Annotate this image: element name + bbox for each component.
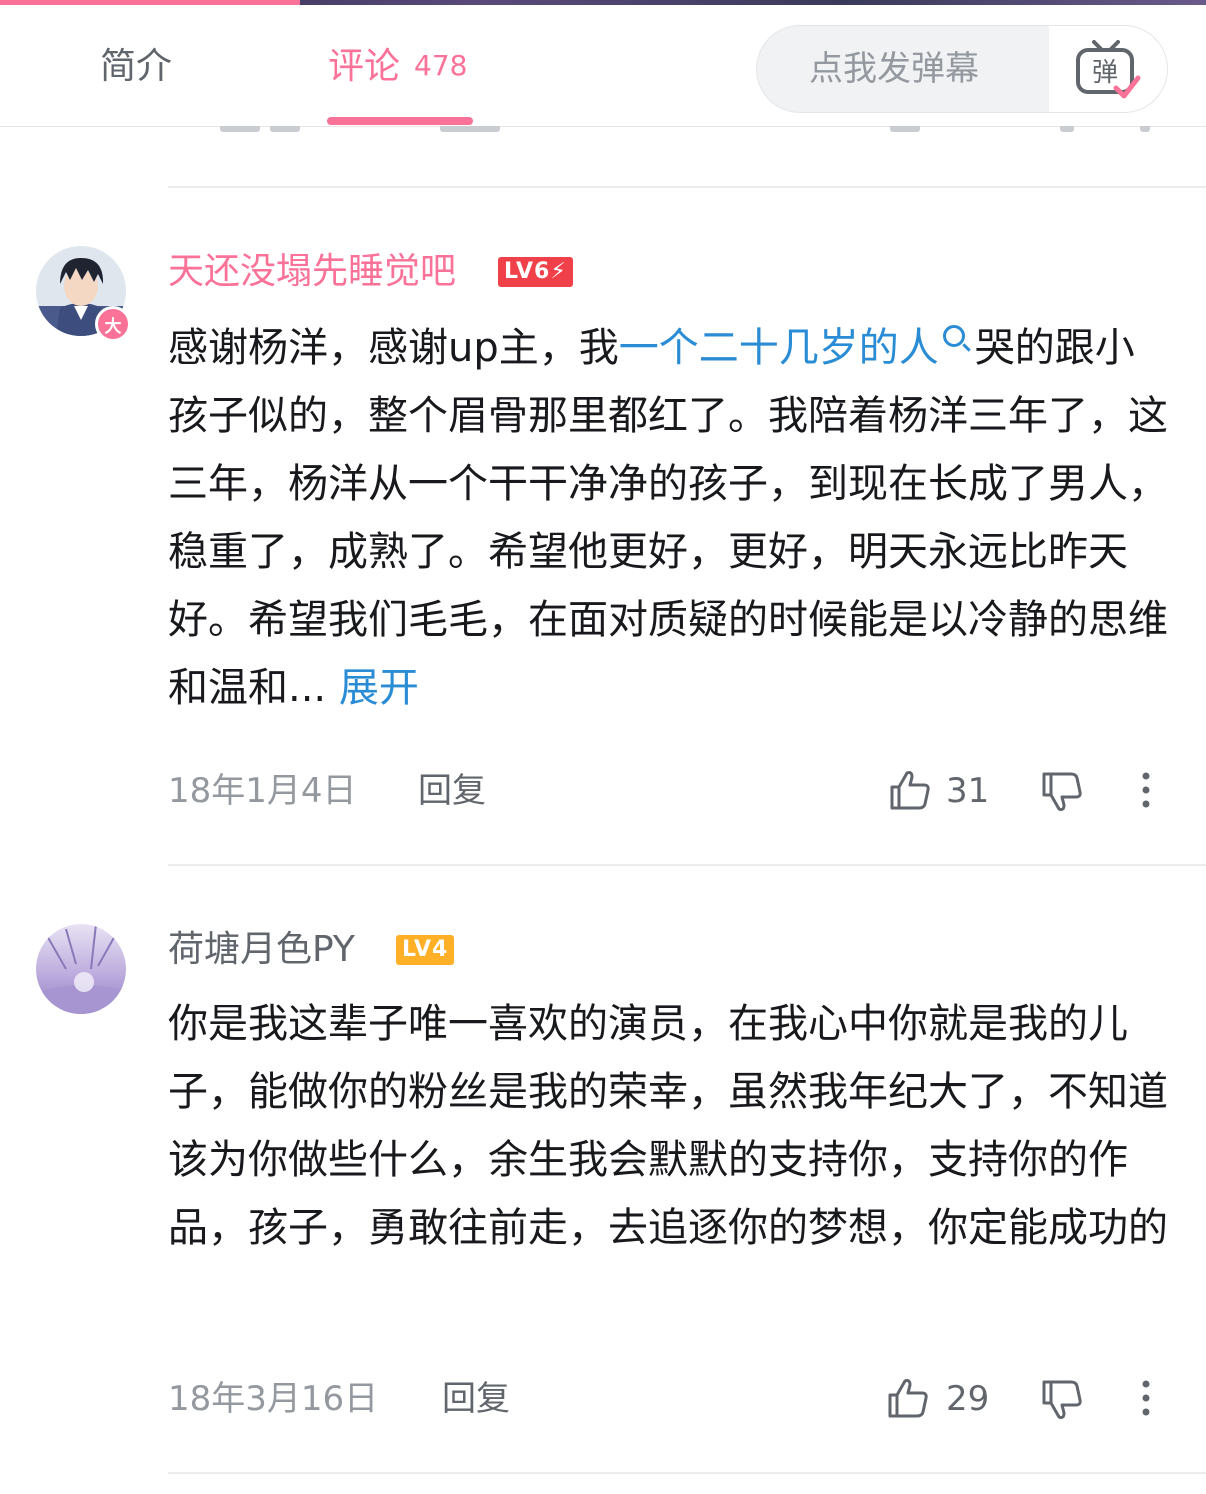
comment-text-part: 哭的跟小孩子似的，整个眉骨那里都红了。我陪着杨洋三年了，这三年，杨洋从一个干干净… (168, 325, 1168, 711)
remnant-mark (270, 126, 300, 132)
more-icon[interactable] (1134, 1376, 1158, 1420)
comment-text-part: 感谢杨洋，感谢up主，我 (168, 325, 619, 371)
comment-text: 你是我这辈子唯一喜欢的演员，在我心中你就是我的儿子，能做你的粉丝是我的荣幸，虽然… (168, 1001, 1168, 1251)
danmaku-placeholder: 点我发弹幕 (809, 49, 979, 89)
active-tab-indicator (327, 117, 473, 125)
danmaku-icon: 弹 (1076, 40, 1141, 99)
remnant-mark (1060, 126, 1074, 132)
comment-count: 478 (414, 49, 468, 82)
remnant-mark (890, 126, 920, 132)
previous-comment-remnant (0, 126, 1206, 138)
username[interactable]: 荷塘月色PY (168, 926, 355, 974)
danmaku-toggle-button[interactable]: 弹 (1049, 26, 1167, 112)
tab-comments-label: 评论 (328, 46, 401, 87)
comment-text: 感谢杨洋，感谢up主，我一个二十几岁的人 哭的跟小孩子似的，整个眉骨那里都红了。我… (168, 314, 1168, 722)
remnant-mark (440, 126, 500, 132)
like-icon[interactable] (886, 1376, 930, 1420)
like-count: 29 (946, 1379, 990, 1419)
remnant-mark (220, 126, 260, 132)
like-count: 31 (946, 771, 990, 811)
reply-button[interactable]: 回复 (418, 768, 486, 814)
more-icon[interactable] (1134, 768, 1158, 812)
level-badge: LV4 (396, 935, 455, 965)
lightning-icon: ⚡ (550, 259, 567, 284)
comment-date: 18年3月16日 (168, 1379, 379, 1419)
expand-link[interactable]: 展开 (339, 665, 419, 711)
tab-bar: 简介 评论 478 点我发弹幕 弹 (0, 5, 1206, 127)
dislike-icon[interactable] (1040, 1378, 1084, 1422)
search-icon (942, 325, 965, 347)
remnant-mark (1140, 126, 1150, 132)
danmaku-glyph: 弹 (1092, 58, 1118, 88)
avatar-image (36, 924, 126, 1014)
search-keyword-link[interactable]: 一个二十几岁的人 (619, 325, 939, 371)
like-icon[interactable] (888, 768, 932, 812)
level-label: LV6 (504, 259, 551, 284)
reply-button[interactable]: 回复 (442, 1376, 510, 1422)
tab-intro[interactable]: 简介 (100, 43, 172, 91)
avatar[interactable] (36, 924, 126, 1014)
comment-divider (168, 864, 1206, 866)
dislike-icon[interactable] (1040, 770, 1084, 814)
comment-divider (168, 186, 1206, 188)
username[interactable]: 天还没塌先睡觉吧 (168, 248, 456, 296)
comment-date: 18年1月4日 (168, 771, 357, 811)
vip-badge: 大 (95, 306, 131, 342)
level-badge: LV6⚡ (498, 257, 573, 287)
danmaku-input[interactable]: 点我发弹幕 弹 (756, 25, 1168, 113)
tab-comments[interactable]: 评论 478 (328, 43, 467, 93)
comment-divider (168, 1472, 1206, 1474)
